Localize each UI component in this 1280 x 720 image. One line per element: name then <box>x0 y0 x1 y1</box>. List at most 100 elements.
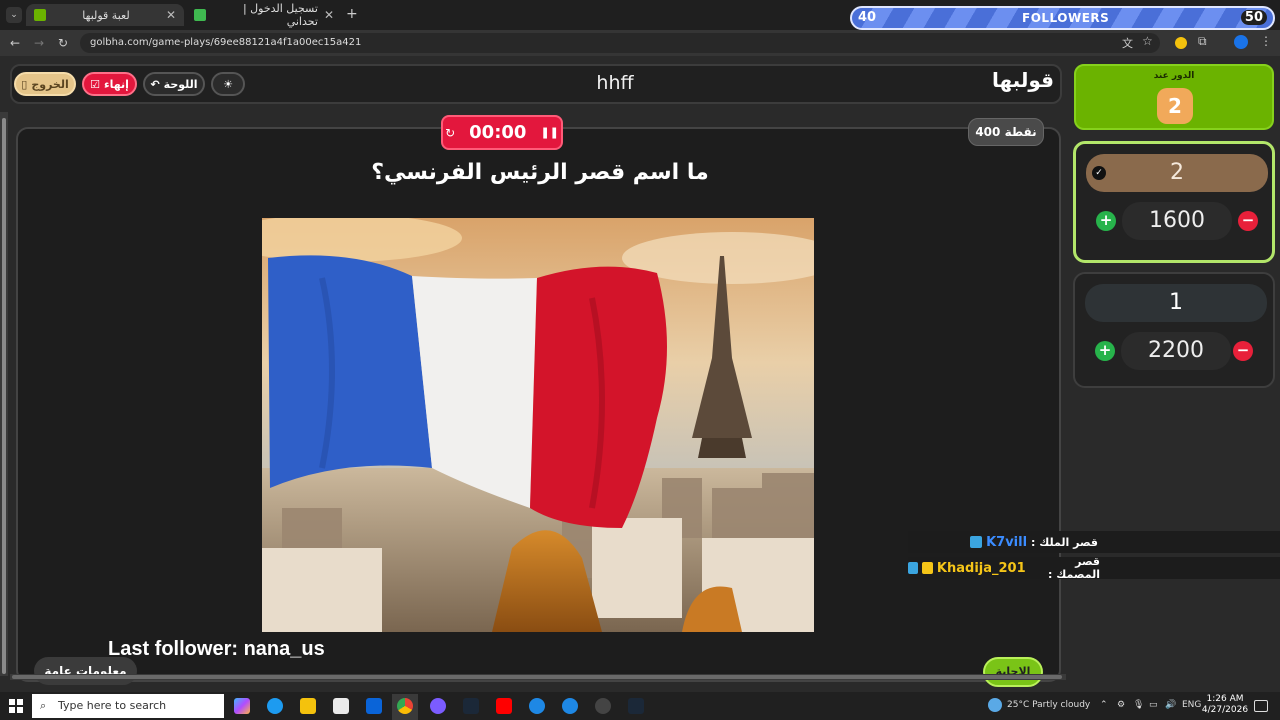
reset-timer-icon[interactable]: ↻ <box>445 126 455 140</box>
chat-username: Khadija_201 <box>936 560 1026 576</box>
windows-start-icon[interactable] <box>8 698 24 714</box>
turn-label: الدور عند <box>1153 71 1195 81</box>
question-text: ما اسم قصر الرئيس الفرنسي؟ <box>371 160 709 185</box>
edge-icon[interactable] <box>267 698 283 714</box>
login-favicon-icon <box>194 9 206 21</box>
url-input[interactable]: golbha.com/game-plays/69ee88121a4f1a00ec… <box>80 33 1160 53</box>
team-card-active: 2 ✓ 1600 + − <box>1073 141 1275 263</box>
store-icon[interactable] <box>333 698 349 714</box>
golbha-favicon-icon <box>34 9 46 21</box>
chat-text: قصر المصمك : <box>1048 555 1100 581</box>
site-logo[interactable]: قولبها <box>980 68 1054 98</box>
clipboard-check-icon: ☑ <box>90 77 100 91</box>
new-tab-icon[interactable]: + <box>346 6 358 22</box>
copilot-icon[interactable] <box>234 698 250 714</box>
weather-icon[interactable] <box>988 698 1002 712</box>
taskbar-clock[interactable]: 1:26 AM 4/27/2026 <box>1200 694 1250 716</box>
volume-icon[interactable]: 🔊 <box>1165 700 1176 710</box>
team-name: 1 <box>1085 284 1267 322</box>
board-title: hhff <box>596 72 634 94</box>
app-icon[interactable] <box>529 698 545 714</box>
url-text: golbha.com/game-plays/69ee88121a4f1a00ec… <box>90 37 362 48</box>
bookmark-star-icon[interactable]: ☆ <box>1142 34 1153 48</box>
category-badge: معلومات عامة <box>34 657 137 685</box>
messenger-icon[interactable] <box>430 698 446 714</box>
reload-icon[interactable]: ↻ <box>54 34 72 52</box>
extensions-puzzle-icon[interactable]: ⧉ <box>1198 34 1207 49</box>
tray-app-icon[interactable]: ⚙ <box>1117 700 1125 710</box>
app-icon[interactable] <box>562 698 578 714</box>
last-follower-text: Last follower: nana_us <box>108 638 325 660</box>
timer: ↻ 00:00 ❚❚ <box>441 115 563 150</box>
tray-chevron-icon[interactable]: ⌃ <box>1100 700 1108 710</box>
tab-golbha[interactable]: لعبة قولبها ✕ <box>26 4 184 26</box>
followers-label: FOLLOWERS <box>1022 11 1110 25</box>
weather-text[interactable]: 25°C Partly cloudy <box>1007 700 1090 710</box>
followers-goal-bar: 40 FOLLOWERS 50 <box>850 6 1275 30</box>
menu-kebab-icon[interactable]: ⋮ <box>1260 34 1272 48</box>
profile-avatar[interactable] <box>1234 35 1248 49</box>
file-explorer-icon[interactable] <box>300 698 316 714</box>
team-score: 2200 <box>1121 332 1231 370</box>
turn-team-number: 2 <box>1157 88 1193 124</box>
language-indicator[interactable]: ENG <box>1182 700 1201 710</box>
question-points-badge: 400 نقطة <box>968 118 1044 146</box>
exit-button[interactable]: ▯ الخروج <box>14 72 76 96</box>
network-icon[interactable]: ▭ <box>1149 700 1158 710</box>
pause-icon[interactable]: ❚❚ <box>540 126 558 139</box>
outlook-icon[interactable] <box>366 698 382 714</box>
chat-message: K7vill قصر الملك : <box>908 531 1280 553</box>
theme-toggle-button[interactable]: ☀ <box>211 72 245 96</box>
chrome-icon[interactable] <box>397 698 413 714</box>
board-label: اللوحة <box>163 77 198 91</box>
followers-goal: 50 <box>1240 10 1267 25</box>
followers-count: 40 <box>858 10 877 25</box>
team-name: 2 <box>1086 154 1268 192</box>
end-game-button[interactable]: ☑ إنهاء <box>82 72 137 96</box>
notifications-icon[interactable] <box>1254 700 1268 712</box>
taskbar-search-input[interactable]: ⌕ Type here to search <box>32 694 224 718</box>
exit-door-icon: ▯ <box>21 77 28 91</box>
search-icon: ⌕ <box>40 699 47 712</box>
close-tab-icon[interactable]: ✕ <box>324 8 334 22</box>
subtract-points-icon[interactable]: − <box>1233 341 1253 361</box>
translate-icon[interactable]: 文 <box>1122 35 1133 51</box>
clock-time: 1:26 AM <box>1206 694 1244 704</box>
subtract-points-icon[interactable]: − <box>1238 211 1258 231</box>
turn-indicator: الدور عند 2 <box>1074 64 1274 130</box>
moderator-badge-icon <box>907 562 919 574</box>
exit-label: الخروج <box>31 77 69 91</box>
horizontal-scrollbar-thumb[interactable] <box>12 675 1062 679</box>
extension-icon[interactable] <box>1175 37 1187 49</box>
tab-title: لعبة قولبها <box>82 8 130 22</box>
steam-icon[interactable] <box>463 698 479 714</box>
add-points-icon[interactable]: + <box>1095 341 1115 361</box>
moderator-badge-icon <box>970 536 983 548</box>
crown-badge-icon <box>922 562 933 574</box>
team-card: 1 2200 + − <box>1073 272 1275 388</box>
answer-button[interactable]: الإجابة <box>983 657 1043 687</box>
chat-username: K7vill <box>986 534 1028 550</box>
check-icon: ✓ <box>1092 166 1106 180</box>
end-label: إنهاء <box>103 77 129 91</box>
obs-icon[interactable] <box>595 698 611 714</box>
close-tab-icon[interactable]: ✕ <box>166 8 176 22</box>
sun-icon: ☀ <box>223 77 233 91</box>
back-icon[interactable]: ← <box>6 34 24 52</box>
undo-arrow-icon: ↶ <box>150 77 160 91</box>
question-image <box>262 218 814 632</box>
search-placeholder: Type here to search <box>58 699 167 712</box>
steam-icon[interactable] <box>628 698 644 714</box>
board-button[interactable]: ↶ اللوحة <box>143 72 205 96</box>
youtube-icon[interactable] <box>496 698 512 714</box>
microphone-icon[interactable]: 🎙 <box>1133 700 1144 710</box>
tab-login[interactable]: تسجيل الدخول | تحداني ✕ <box>186 2 342 28</box>
paris-flag-image <box>262 218 814 632</box>
add-points-icon[interactable]: + <box>1096 211 1116 231</box>
chat-text: قصر الملك : <box>1031 535 1098 549</box>
tab-search-button[interactable]: ⌄ <box>6 7 22 23</box>
timer-value: 00:00 <box>469 122 527 143</box>
team-score: 1600 <box>1122 202 1232 240</box>
forward-icon[interactable]: → <box>30 34 48 52</box>
vertical-scrollbar-thumb[interactable] <box>2 118 6 674</box>
